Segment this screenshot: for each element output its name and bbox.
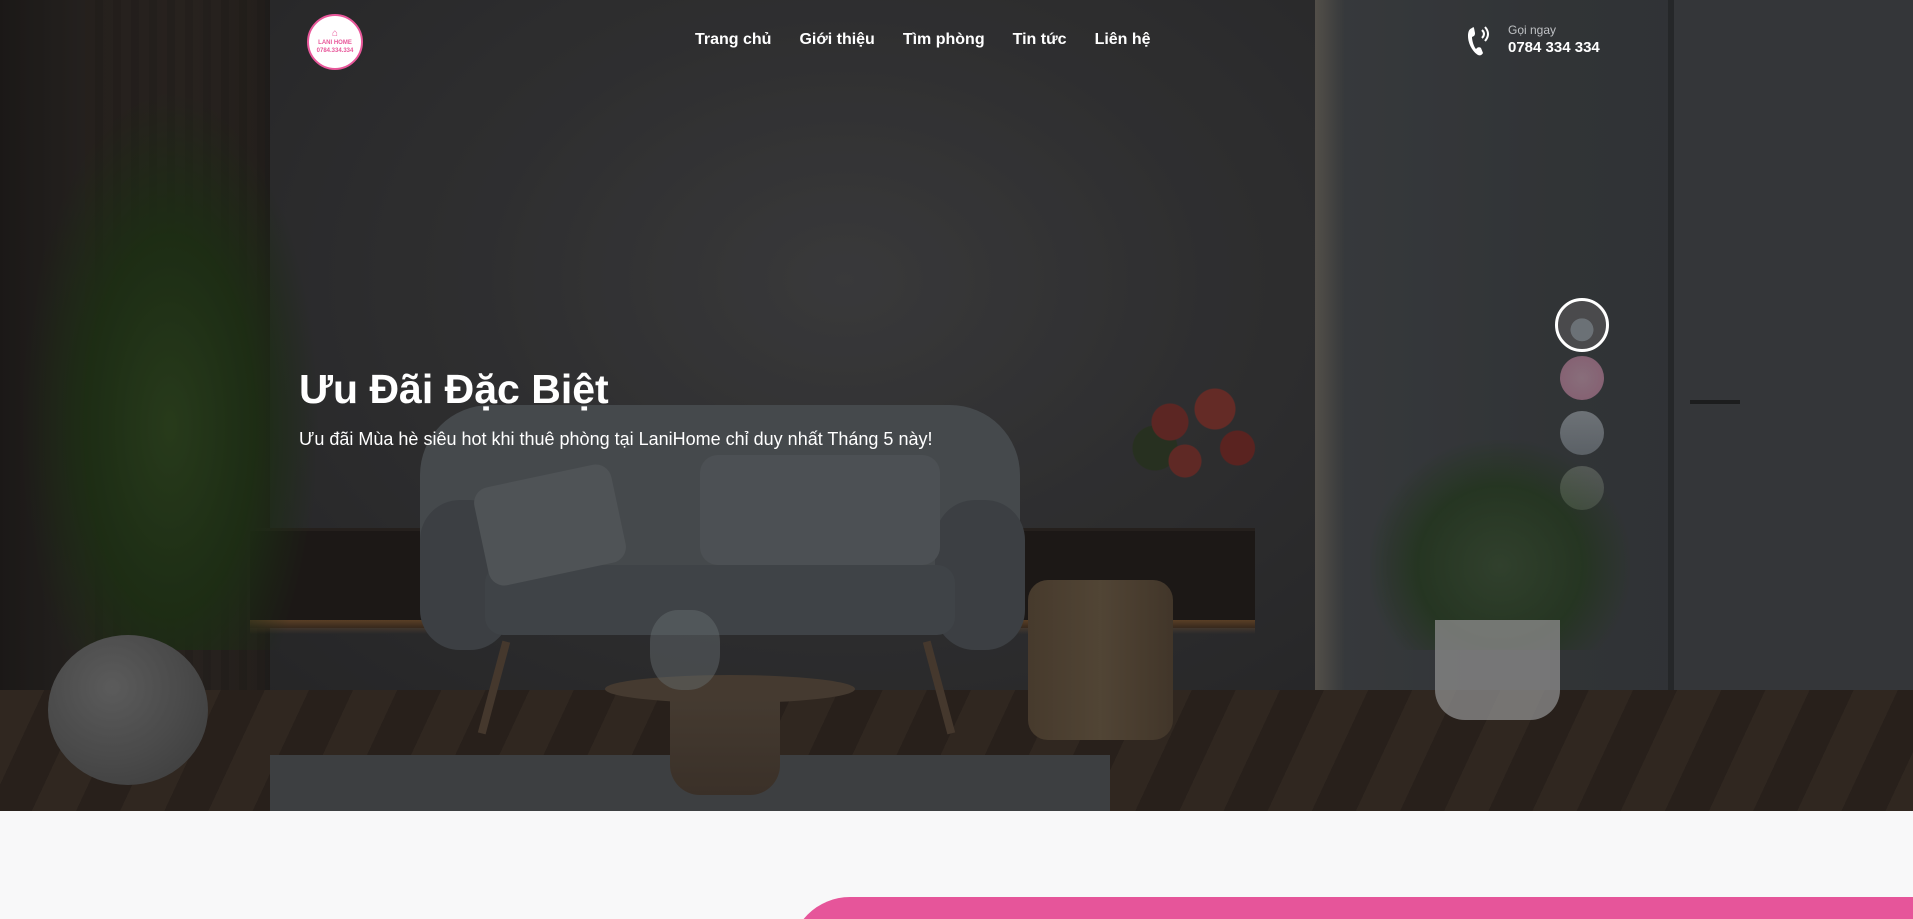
nav-find-room[interactable]: Tìm phòng (903, 31, 985, 49)
nav-contact[interactable]: Liên hệ (1095, 31, 1151, 49)
hero-title: Ưu Đãi Đặc Biệt (299, 366, 609, 412)
logo-text: LANI HOME (318, 40, 352, 46)
call-number[interactable]: 0784 334 334 (1508, 38, 1600, 58)
nav-home[interactable]: Trang chủ (695, 31, 771, 49)
slide-thumb-1[interactable] (1555, 298, 1609, 352)
pink-section-band (790, 897, 1913, 919)
house-icon: ⌂ (331, 28, 339, 39)
call-now[interactable]: Gọi ngay 0784 334 334 (1466, 22, 1600, 58)
hero-overlay (0, 0, 1913, 811)
logo-phone: 0784.334.334 (316, 48, 354, 54)
nav-news[interactable]: Tin tức (1013, 31, 1067, 49)
logo[interactable]: ⌂ LANI HOME 0784.334.334 (307, 14, 363, 70)
call-text: Gọi ngay 0784 334 334 (1508, 22, 1600, 58)
slide-thumb-2[interactable] (1560, 356, 1604, 400)
site-header: ⌂ LANI HOME 0784.334.334 Trang chủ Giới … (0, 0, 1913, 82)
slide-thumb-4[interactable] (1560, 466, 1604, 510)
hero-banner (0, 0, 1913, 811)
nav-about[interactable]: Giới thiệu (799, 31, 874, 49)
call-label: Gọi ngay (1508, 23, 1557, 37)
phone-icon (1468, 26, 1489, 56)
main-nav: Trang chủ Giới thiệu Tìm phòng Tin tức L… (695, 31, 1151, 49)
hero-subtitle: Ưu đãi Mùa hè siêu hot khi thuê phòng tạ… (299, 429, 933, 449)
slide-thumb-3[interactable] (1560, 411, 1604, 455)
